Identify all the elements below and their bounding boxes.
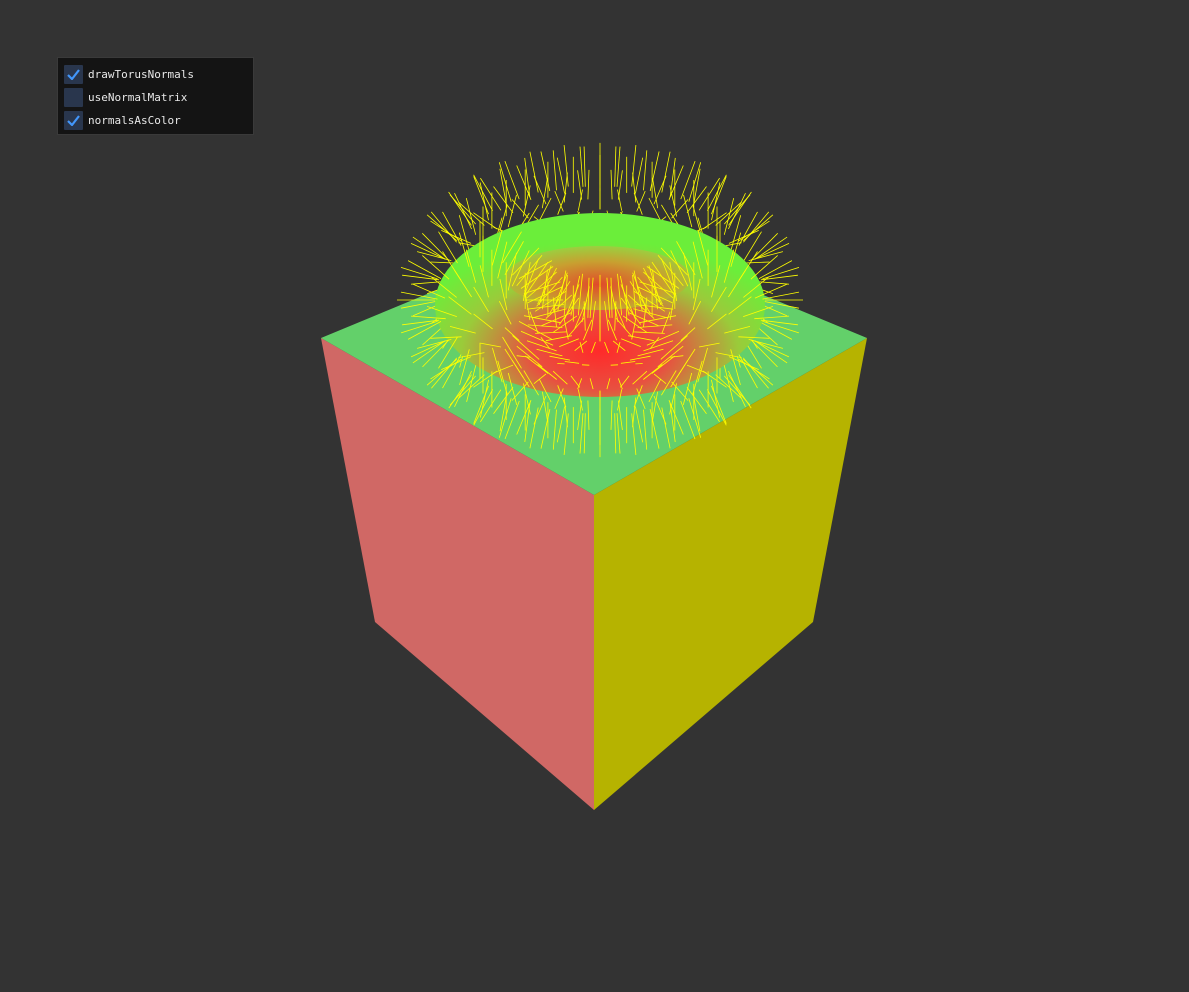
option-label-draw-torus-normals: drawTorusNormals — [88, 68, 194, 81]
normal-line — [493, 186, 514, 214]
normal-line — [762, 291, 800, 300]
normal-line — [498, 162, 512, 202]
normal-line — [554, 190, 564, 212]
normal-line — [758, 260, 793, 279]
normal-line — [449, 194, 477, 225]
normal-line — [668, 165, 684, 200]
checkbox-normals-as-color[interactable] — [64, 111, 83, 130]
normal-line — [610, 169, 613, 200]
normal-line — [430, 220, 462, 242]
normal-line — [636, 190, 646, 212]
normal-line — [587, 169, 590, 200]
normal-line — [702, 212, 727, 230]
normal-line — [473, 212, 498, 230]
checkbox-use-normal-matrix[interactable] — [64, 88, 83, 107]
normal-line — [556, 157, 565, 194]
normal-line — [577, 170, 583, 200]
normal-line — [529, 151, 539, 193]
normal-line — [563, 172, 568, 203]
option-use-normal-matrix[interactable]: useNormalMatrix — [64, 86, 253, 109]
normal-line — [552, 150, 557, 191]
option-label-use-normal-matrix: useNormalMatrix — [88, 91, 188, 104]
normal-line — [643, 150, 648, 191]
option-draw-torus-normals[interactable]: drawTorusNormals — [64, 63, 253, 86]
check-icon — [67, 69, 80, 80]
option-normals-as-color[interactable]: normalsAsColor — [64, 109, 253, 132]
normal-line — [688, 162, 702, 202]
normal-line — [473, 176, 489, 215]
option-label-normals-as-color: normalsAsColor — [88, 114, 181, 127]
normal-line — [661, 151, 671, 193]
normal-line — [616, 146, 621, 187]
normal-line — [649, 151, 660, 192]
normal-line — [635, 157, 644, 194]
normal-line — [416, 251, 452, 261]
normal-line — [540, 151, 551, 192]
normal-line — [711, 176, 727, 215]
normal-line — [633, 192, 643, 215]
normal-line — [686, 186, 707, 214]
normal-line — [458, 201, 485, 226]
normal-line — [579, 146, 584, 187]
normal-line — [516, 165, 532, 200]
normal-line — [632, 172, 637, 203]
normal-line — [511, 199, 529, 219]
normal-line — [743, 211, 770, 243]
checkbox-draw-torus-normals[interactable] — [64, 65, 83, 84]
normal-line — [715, 201, 742, 226]
normal-line — [541, 177, 548, 209]
normal-line — [652, 177, 659, 209]
normal-line — [533, 175, 547, 205]
options-panel: drawTorusNormals useNormalMatrix normals… — [57, 57, 254, 135]
normal-line — [748, 251, 784, 261]
normal-line — [583, 146, 586, 187]
scene-canvas — [321, 142, 867, 810]
normal-line — [614, 146, 617, 187]
normal-line — [407, 260, 442, 279]
3d-viewport[interactable]: drawTorusNormals useNormalMatrix normals… — [0, 0, 1189, 992]
normal-line — [728, 191, 752, 226]
check-icon — [67, 115, 80, 126]
